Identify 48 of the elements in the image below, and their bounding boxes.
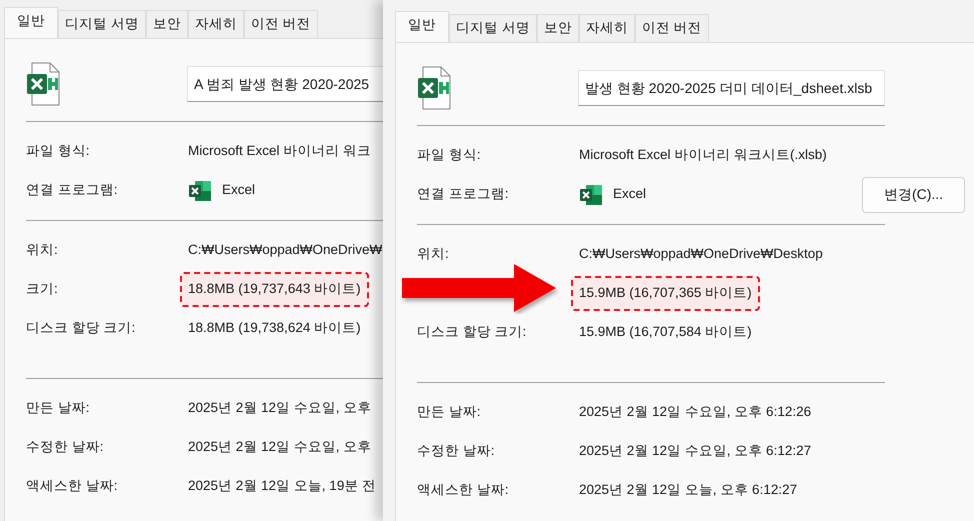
excel-app-icon bbox=[188, 178, 212, 202]
field-label: 위치: bbox=[417, 245, 450, 264]
program-name: Excel bbox=[613, 185, 646, 204]
field-label: 액세스한 날짜: bbox=[26, 477, 119, 496]
field-label: 만든 날짜: bbox=[417, 403, 482, 422]
file-name-field[interactable]: 발생 현황 2020-2025 더미 데이터_dsheet.xlsb bbox=[578, 70, 885, 106]
field-label: 파일 형식: bbox=[417, 146, 482, 164]
tab[interactable]: 이전 버전 bbox=[634, 14, 709, 42]
field-label: 액세스한 날짜: bbox=[417, 481, 510, 500]
field-label: 파일 형식: bbox=[26, 142, 91, 160]
field-label: 디스크 할당 크기: bbox=[417, 323, 528, 342]
field-value: 2025년 2월 12일 수요일, 오후 bbox=[188, 438, 372, 456]
field-label: 크기: bbox=[26, 280, 59, 298]
highlighted-value: 15.9MB (16,707,365 바이트) bbox=[571, 276, 760, 311]
field-value: C:₩Users₩oppad₩OneDrive₩ bbox=[188, 241, 382, 260]
field-label: 연결 프로그램: bbox=[26, 181, 119, 200]
field-label: 디스크 할당 크기: bbox=[26, 319, 136, 338]
tab[interactable]: 디지털 서명 bbox=[449, 14, 537, 42]
field-label: 연결 프로그램: bbox=[417, 185, 510, 204]
tab[interactable]: 자세히 bbox=[578, 14, 635, 42]
highlighted-value: 18.8MB (19,737,643 바이트) bbox=[180, 272, 369, 307]
field-label: 수정한 날짜: bbox=[26, 438, 105, 456]
tab[interactable]: 일반 bbox=[4, 7, 58, 38]
field-label: 위치: bbox=[26, 241, 59, 260]
excel-file-icon bbox=[26, 62, 60, 106]
field-value: 18.8MB (19,738,624 바이트) bbox=[188, 319, 361, 338]
tab[interactable]: 이전 버전 bbox=[244, 10, 318, 38]
field-value: 2025년 2월 12일 수요일, 오후 bbox=[188, 399, 372, 418]
field-value: Microsoft Excel 바이너리 워크시트(.xlsb) bbox=[579, 146, 827, 164]
field-value: 15.9MB (16,707,584 바이트) bbox=[579, 323, 752, 342]
excel-file-icon bbox=[417, 66, 451, 110]
tab[interactable]: 일반 bbox=[395, 11, 449, 42]
field-value: 2025년 2월 12일 오늘, 19분 전 bbox=[188, 477, 376, 496]
program-name: Excel bbox=[222, 181, 256, 200]
field-value: 2025년 2월 12일 오늘, 오후 6:12:27 bbox=[579, 481, 798, 500]
change-button[interactable]: 변경(C)... bbox=[862, 176, 965, 212]
tab[interactable]: 자세히 bbox=[188, 10, 244, 38]
tab[interactable]: 보안 bbox=[146, 10, 188, 38]
field-value: 2025년 2월 12일 수요일, 오후 6:12:27 bbox=[579, 442, 812, 460]
field-label: 수정한 날짜: bbox=[417, 442, 496, 460]
tab[interactable]: 보안 bbox=[536, 14, 579, 42]
excel-app-icon bbox=[579, 182, 603, 206]
tab[interactable]: 디지털 서명 bbox=[58, 10, 146, 38]
field-label: 만든 날짜: bbox=[26, 399, 91, 418]
field-value: 2025년 2월 12일 수요일, 오후 6:12:26 bbox=[579, 403, 812, 422]
field-value: Microsoft Excel 바이너리 워크 bbox=[188, 142, 372, 160]
field-value: C:₩Users₩oppad₩OneDrive₩Desktop bbox=[579, 245, 823, 264]
file-name-field[interactable]: A 범죄 발생 현황 2020-2025 bbox=[187, 66, 385, 102]
